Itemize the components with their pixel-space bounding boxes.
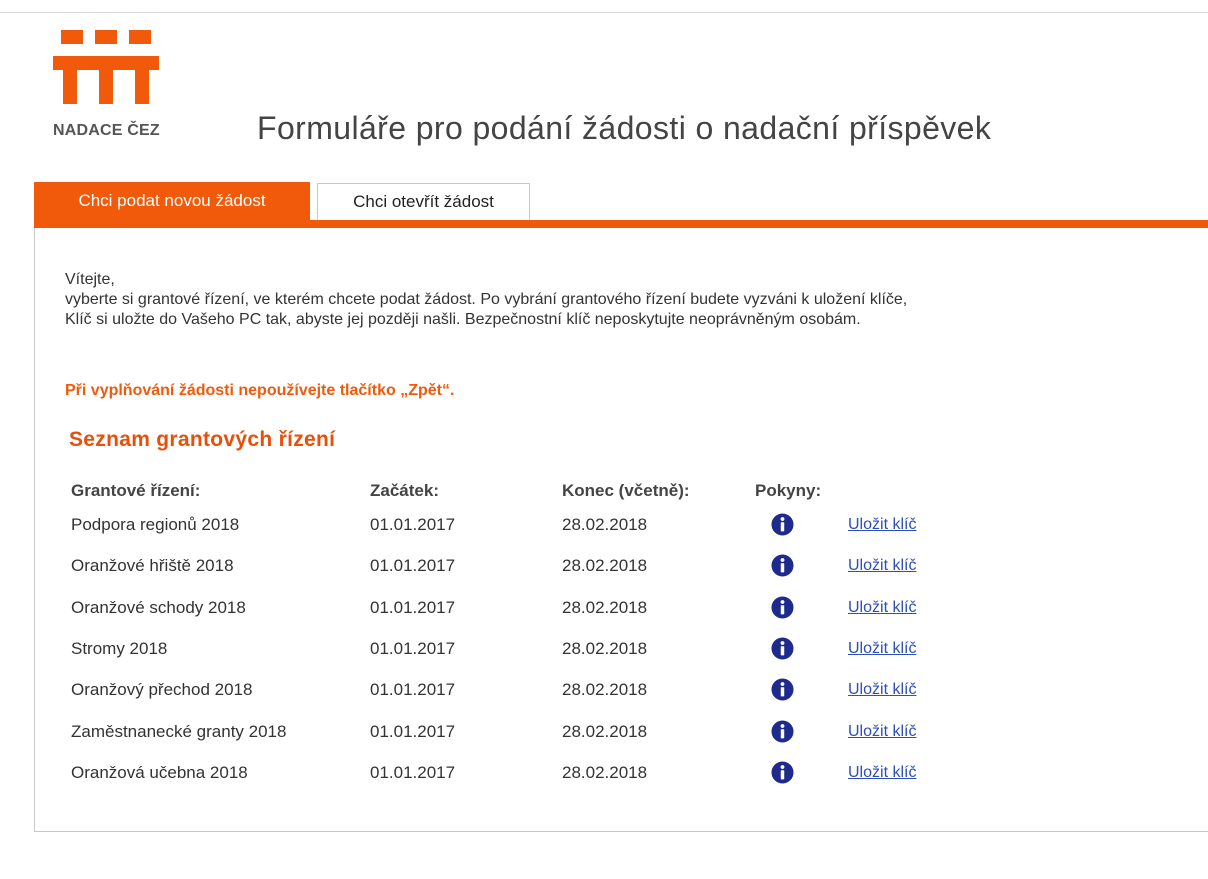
info-icon[interactable] [771,596,794,619]
save-key-link[interactable]: Uložit klíč [848,597,916,619]
intro-line-1: vyberte si grantové řízení, ve kterém ch… [65,291,908,308]
table-row: Oranžový přechod 2018 01.01.2017 28.02.201… [0,678,1208,719]
grant-name: Oranžový přechod 2018 [71,680,253,700]
info-icon[interactable] [771,719,794,743]
tab-underline-bar [34,220,1208,228]
top-divider [0,12,1208,13]
intro-text: Vítejte, vyberte si grantové řízení, ve … [65,270,1208,330]
table-row: Oranžové schody 2018 01.01.2017 28.02.2018… [0,596,1208,637]
column-header-grant: Grantové řízení: [71,481,201,500]
info-icon[interactable] [771,637,794,660]
table-row: Oranžová učebna 2018 01.01.2017 28.02.2018… [0,761,1208,802]
save-key-link[interactable]: Uložit klíč [848,721,916,743]
logo-wordmark: NADACE ČEZ [53,122,160,139]
grant-start-date: 01.01.2017 [370,721,456,741]
info-icon[interactable] [771,761,794,784]
info-icon[interactable] [771,678,794,701]
intro-line-2: Klíč si uložte do Vašeho PC tak, abyste … [65,311,861,328]
column-header-start: Začátek: [370,481,439,500]
tab-new-application[interactable]: Chci podat novou žádost [34,182,310,220]
grant-name: Zaměstnanecké granty 2018 [71,721,287,741]
table-row: Stromy 2018 01.01.2017 28.02.2018 Uložit kl… [0,637,1208,678]
save-key-link[interactable]: Uložit klíč [848,514,916,536]
back-button-warning: Při vyplňování žádosti nepoužívejte tlač… [65,382,455,399]
grant-end-date: 28.02.2018 [562,721,648,741]
info-icon[interactable] [771,513,794,536]
grant-end-date: 28.02.2018 [562,680,648,700]
grant-start-date: 01.01.2017 [370,680,456,700]
grant-end-date: 28.02.2018 [562,762,648,782]
table-row: Oranžové hřiště 2018 01.01.2017 28.02.2018… [0,554,1208,595]
table-row: Zaměstnanecké granty 2018 01.01.2017 28.02… [0,719,1208,761]
grant-start-date: 01.01.2017 [370,638,456,658]
grant-end-date: 28.02.2018 [562,556,648,576]
logo-mark-icon [53,30,159,104]
intro-greeting: Vítejte, [65,271,115,288]
table-row: Podpora regionů 2018 01.01.2017 28.02.2018… [0,513,1208,554]
grant-name: Podpora regionů 2018 [71,515,240,534]
page-title: Formuláře pro podání žádosti o nadační p… [257,110,992,146]
grant-list-heading: Seznam grantových řízení [69,428,336,451]
grant-start-date: 01.01.2017 [370,597,456,617]
grant-end-date: 28.02.2018 [562,638,648,658]
grant-start-date: 01.01.2017 [370,556,456,576]
save-key-link[interactable]: Uložit klíč [848,555,916,577]
save-key-link[interactable]: Uložit klíč [848,762,916,784]
grant-name: Stromy 2018 [71,638,168,658]
info-icon[interactable] [771,554,794,577]
column-header-end: Konec (včetně): [562,481,690,500]
save-key-link[interactable]: Uložit klíč [848,638,916,660]
grant-start-date: 01.01.2017 [370,762,456,782]
grant-name: Oranžové hřiště 2018 [71,556,234,576]
grant-end-date: 28.02.2018 [562,597,648,617]
grant-start-date: 01.01.2017 [370,515,456,534]
grant-name: Oranžová učebna 2018 [71,762,248,782]
grant-name: Oranžové schody 2018 [71,597,246,617]
save-key-link[interactable]: Uložit klíč [848,679,916,701]
nadace-cez-logo: NADACE ČEZ [53,28,183,148]
grant-end-date: 28.02.2018 [562,515,648,534]
tab-open-application[interactable]: Chci otevřít žádost [317,183,530,220]
column-header-instructions: Pokyny: [755,481,822,500]
